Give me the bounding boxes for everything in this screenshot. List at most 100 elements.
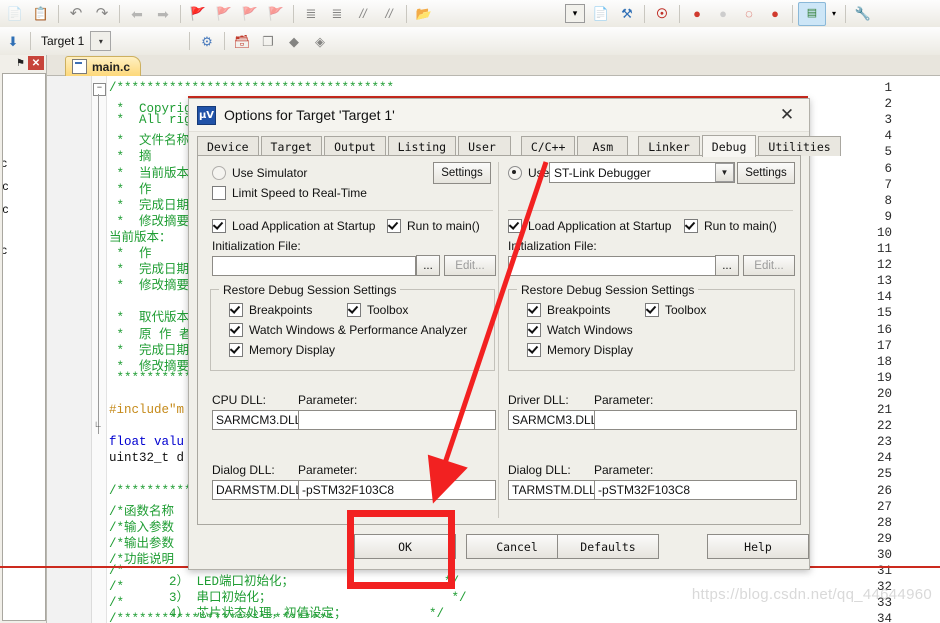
memory-display-checkbox-right[interactable]: Memory Display — [527, 343, 633, 357]
chevron-down-icon[interactable]: ▼ — [715, 163, 734, 182]
tab-c-cpp[interactable]: C/C++ — [520, 136, 576, 156]
init-file-input-left[interactable] — [212, 256, 416, 276]
code-line[interactable]: *********** — [109, 371, 200, 385]
driver-parameter-input[interactable] — [594, 410, 797, 430]
use-simulator-radio[interactable]: Use Simulator — [212, 166, 307, 180]
tab-target[interactable]: Target — [260, 136, 323, 156]
insert-breakpoint-icon[interactable]: ● — [685, 3, 709, 25]
load-app-at-startup-checkbox-left[interactable]: Load Application at Startup — [212, 219, 375, 233]
defaults-button[interactable]: Defaults — [557, 534, 659, 559]
debugger-select[interactable]: ST-Link Debugger ▼ — [549, 162, 735, 183]
manage-run-time-icon[interactable]: ◈ — [308, 30, 332, 52]
find-in-files-icon[interactable]: 📄 — [589, 3, 613, 25]
target-combo[interactable]: Target 1 ▾ — [35, 31, 185, 51]
close-icon[interactable]: ✕ — [765, 99, 809, 130]
comment-icon[interactable]: // — [351, 3, 375, 25]
tab-output[interactable]: Output — [324, 136, 386, 156]
code-line[interactable]: * All righ — [109, 113, 200, 127]
breakpoints-checkbox-left[interactable]: Breakpoints — [229, 303, 312, 317]
code-line[interactable]: 4） 芯片状态处理，初值设定； */ — [109, 602, 444, 621]
next-bookmark-icon[interactable]: 🚩 — [212, 3, 236, 25]
dropdown-icon[interactable]: ▾ — [563, 3, 587, 25]
breakpoints-checkbox-right[interactable]: Breakpoints — [527, 303, 610, 317]
cancel-button[interactable]: Cancel — [466, 534, 568, 559]
tab-debug[interactable]: Debug — [701, 135, 757, 157]
configure-icon[interactable]: ⚒ — [615, 3, 639, 25]
target-options-icon[interactable]: ⚙ — [195, 30, 219, 52]
watch-windows-checkbox-right[interactable]: Watch Windows — [527, 323, 633, 337]
manage-multi-project-icon[interactable]: ❐ — [256, 30, 280, 52]
list-item[interactable]: cc.c — [3, 179, 8, 193]
toolbox-checkbox-left[interactable]: Toolbox — [347, 303, 408, 317]
cpu-dll-input[interactable]: SARMCM3.DLL — [212, 410, 300, 430]
init-file-edit-button-left[interactable]: Edit... — [444, 255, 496, 276]
clear-bookmarks-icon[interactable]: 🚩 — [264, 3, 288, 25]
save-icon[interactable]: 📄 — [3, 3, 27, 25]
download-icon[interactable]: ⬇ — [1, 30, 25, 52]
code-line[interactable]: /********** — [109, 484, 192, 498]
pin-icon[interactable]: ⚑ — [13, 56, 28, 70]
init-file-browse-button-right[interactable]: ... — [715, 255, 739, 276]
init-file-input-right[interactable] — [508, 256, 716, 276]
previous-bookmark-icon[interactable]: 🚩 — [238, 3, 262, 25]
kill-all-breakpoints-icon[interactable]: ● — [763, 3, 787, 25]
debugger-settings-button[interactable]: Settings — [737, 162, 795, 184]
configure-target-icon[interactable]: 🔧 — [851, 3, 875, 25]
ok-button[interactable]: OK — [354, 534, 456, 559]
open-file-icon[interactable]: 📂 — [412, 3, 436, 25]
manage-project-items-icon[interactable]: 🗃 — [230, 30, 254, 52]
code-line[interactable]: #include"m — [109, 403, 184, 417]
chevron-down-icon[interactable]: ▾ — [90, 31, 112, 51]
run-to-main-checkbox-right[interactable]: Run to main() — [684, 219, 777, 233]
simulator-settings-button[interactable]: Settings — [433, 162, 491, 184]
tab-linker[interactable]: Linker — [638, 136, 700, 156]
tab-utilities[interactable]: Utilities — [758, 136, 841, 156]
dialog-dll-input-right[interactable]: TARMSTM.DLL — [508, 480, 596, 500]
load-app-at-startup-checkbox-right[interactable]: Load Application at Startup — [508, 219, 671, 233]
dialog-parameter-input-right[interactable]: -pSTM32F103C8 — [594, 480, 797, 500]
pack-installer-icon[interactable]: ◆ — [282, 30, 306, 52]
tab-user[interactable]: User — [458, 136, 511, 156]
tab-asm[interactable]: Asm — [577, 136, 629, 156]
undo-icon[interactable]: ↶ — [64, 3, 88, 25]
toggle-bookmark-icon[interactable]: 🚩 — [186, 3, 210, 25]
toolbox-checkbox-right[interactable]: Toolbox — [645, 303, 706, 317]
navigate-back-icon[interactable]: ⬅ — [125, 3, 149, 25]
paste-icon[interactable]: 📋 — [29, 3, 53, 25]
cpu-parameter-input[interactable] — [298, 410, 496, 430]
fold-collapse-icon[interactable]: − — [93, 83, 106, 96]
watch-windows-checkbox-left[interactable]: Watch Windows & Performance Analyzer — [229, 323, 467, 337]
indent-icon[interactable]: ≣ — [299, 3, 323, 25]
uncomment-icon[interactable]: // — [377, 3, 401, 25]
dialog-parameter-input-left[interactable]: -pSTM32F103C8 — [298, 480, 496, 500]
start-debug-session-icon[interactable]: ☉ — [650, 3, 674, 25]
use-debugger-radio[interactable]: Use: — [508, 166, 553, 180]
code-line[interactable]: /************************************* — [109, 81, 394, 95]
disable-breakpoint-icon[interactable]: ● — [711, 3, 735, 25]
code-line[interactable]: uint32_t d — [109, 451, 184, 465]
list-item[interactable]: sart.c — [3, 202, 8, 216]
project-window-dropdown-icon[interactable]: ▾ — [828, 3, 840, 25]
project-window-icon[interactable]: ▤ — [798, 1, 826, 26]
list-item[interactable]: gpio.c — [3, 156, 7, 170]
init-file-browse-button-left[interactable]: ... — [416, 255, 440, 276]
project-tree[interactable]: gpio.c cc.c sart.c dc.c — [2, 73, 46, 621]
tab-device[interactable]: Device — [197, 136, 259, 156]
navigate-forward-icon[interactable]: ➡ — [151, 3, 175, 25]
code-line[interactable]: * 修改摘要 — [109, 274, 190, 293]
init-file-edit-button-right[interactable]: Edit... — [743, 255, 795, 276]
close-icon[interactable]: ✕ — [28, 56, 44, 70]
disable-all-breakpoints-icon[interactable]: ◌ — [737, 3, 761, 25]
tab-listing[interactable]: Listing — [387, 136, 457, 156]
outdent-icon[interactable]: ≣ — [325, 3, 349, 25]
help-button[interactable]: Help — [707, 534, 809, 559]
redo-icon[interactable]: ↷ — [90, 3, 114, 25]
tab-main-c[interactable]: main.c — [65, 56, 142, 76]
memory-display-checkbox-left[interactable]: Memory Display — [229, 343, 335, 357]
run-to-main-checkbox-left[interactable]: Run to main() — [387, 219, 480, 233]
limit-speed-checkbox[interactable]: Limit Speed to Real-Time — [212, 186, 367, 200]
code-line[interactable]: float valu — [109, 435, 184, 449]
list-item[interactable]: dc.c — [3, 243, 7, 257]
driver-dll-input[interactable]: SARMCM3.DLL — [508, 410, 596, 430]
dialog-dll-input-left[interactable]: DARMSTM.DLL — [212, 480, 300, 500]
